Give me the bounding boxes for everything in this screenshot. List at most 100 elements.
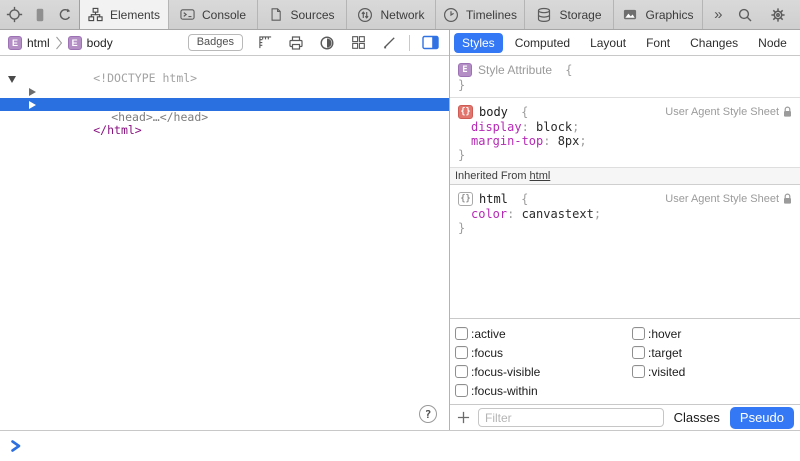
element-badge-html: E	[8, 36, 22, 50]
toolbar-right-icons: »	[702, 0, 800, 29]
reload-icon[interactable]	[54, 4, 76, 26]
rule-origin: User Agent Style Sheet	[665, 106, 792, 118]
dom-node-html[interactable]: <html lang="en">	[0, 72, 449, 85]
rule-html[interactable]: {} html { User Agent Style Sheet color: …	[450, 185, 800, 240]
quick-console-bar[interactable]	[0, 430, 800, 461]
sources-icon	[269, 7, 283, 22]
pseudo-toggle-hover[interactable]: :hover	[632, 327, 800, 341]
tab-elements[interactable]: Elements	[79, 0, 168, 29]
styles-panel: E Style Attribute { } {} body { User Age…	[450, 56, 800, 404]
checkbox[interactable]	[632, 327, 645, 340]
ruler-icon[interactable]	[254, 32, 276, 54]
checkbox[interactable]	[455, 327, 468, 340]
breadcrumb-item-body[interactable]: body	[87, 36, 113, 50]
rule-selector: Style Attribute	[478, 63, 552, 77]
inherited-node-link[interactable]: html	[530, 170, 551, 182]
element-badge-body: E	[68, 36, 82, 50]
tab-label: Console	[202, 8, 246, 22]
rule-selector: html	[479, 192, 508, 206]
main-toolbar: Elements Console Sources	[0, 0, 800, 30]
disclosure-triangle-icon[interactable]	[29, 101, 36, 109]
sidebar-tab-node[interactable]: Node	[750, 33, 795, 53]
tab-label: Graphics	[645, 8, 693, 22]
dom-node-doctype[interactable]: <!DOCTYPE html>	[0, 59, 449, 72]
tab-label: Timelines	[466, 8, 517, 22]
web-inspector-window: Elements Console Sources	[0, 0, 800, 461]
rule-style-attribute[interactable]: E Style Attribute { }	[450, 56, 800, 98]
inherited-from-header: Inherited From html	[450, 168, 800, 185]
classes-button[interactable]: Classes	[671, 410, 723, 425]
paint-flashing-icon[interactable]	[378, 32, 400, 54]
pseudo-toggle-target[interactable]: :target	[632, 346, 800, 360]
help-button[interactable]: ?	[419, 405, 437, 423]
rule-selector: body	[479, 105, 508, 119]
checkbox[interactable]	[455, 365, 468, 378]
tab-label: Elements	[110, 8, 160, 22]
dom-node-head[interactable]: <head>…</head>	[0, 85, 449, 98]
tab-storage[interactable]: Storage	[524, 0, 613, 29]
rule-origin: User Agent Style Sheet	[665, 193, 792, 205]
search-icon[interactable]	[734, 4, 756, 26]
appearance-icon[interactable]	[316, 32, 338, 54]
css-declaration[interactable]: color: canvastext;	[458, 207, 792, 221]
storage-icon	[536, 7, 552, 23]
lock-icon	[783, 193, 792, 205]
css-rule-badge-icon: {}	[458, 105, 473, 119]
tab-label: Network	[380, 8, 424, 22]
dom-header-icons	[254, 32, 441, 54]
print-icon[interactable]	[285, 32, 307, 54]
grid-overlay-icon[interactable]	[347, 32, 369, 54]
graphics-icon	[622, 7, 638, 22]
add-rule-button[interactable]	[456, 410, 471, 425]
header-divider	[409, 35, 410, 51]
css-declaration[interactable]: margin-top: 8px;	[458, 134, 792, 148]
sidebar-toggle-icon[interactable]	[419, 32, 441, 54]
tab-graphics[interactable]: Graphics	[613, 0, 702, 29]
tab-overflow-button[interactable]: »	[714, 7, 722, 22]
toolbar-left-icons	[0, 0, 79, 29]
pseudo-toggle-focus-within[interactable]: :focus-within	[455, 384, 632, 398]
tab-console[interactable]: Console	[168, 0, 257, 29]
sidebar-tab-font[interactable]: Font	[638, 33, 678, 53]
pseudo-toggle-visited[interactable]: :visited	[632, 365, 800, 379]
pseudo-button[interactable]: Pseudo	[730, 407, 794, 429]
checkbox[interactable]	[455, 384, 468, 397]
dom-tree: <!DOCTYPE html> <html lang="en"> <head>……	[0, 56, 449, 430]
element-badge-icon: E	[458, 63, 472, 77]
checkbox[interactable]	[632, 365, 645, 378]
tab-label: Storage	[559, 8, 601, 22]
sidebar-tab-styles[interactable]: Styles	[454, 33, 503, 53]
console-icon	[180, 7, 195, 22]
tab-timelines[interactable]: Timelines	[435, 0, 524, 29]
sidebar-tab-computed[interactable]: Computed	[507, 33, 578, 53]
checkbox[interactable]	[632, 346, 645, 359]
checkbox[interactable]	[455, 346, 468, 359]
dom-node-html-close[interactable]: </html>	[0, 111, 449, 124]
settings-gear-icon[interactable]	[767, 4, 789, 26]
breadcrumb-item-html[interactable]: html	[27, 36, 50, 50]
breadcrumb-separator-icon	[55, 36, 63, 50]
styles-filter-bar: Classes Pseudo	[450, 404, 800, 430]
inspect-element-icon[interactable]	[3, 4, 25, 26]
css-rule-badge-icon: {}	[458, 192, 473, 206]
pseudo-toggle-focus-visible[interactable]: :focus-visible	[455, 365, 632, 379]
dom-node-body-selected[interactable]: <body>…</body> = $0	[0, 98, 449, 111]
tab-label: Sources	[290, 8, 334, 22]
pseudo-toggle-active[interactable]: :active	[455, 327, 632, 341]
sidebar-tab-changes[interactable]: Changes	[682, 33, 746, 53]
disclosure-triangle-icon[interactable]	[29, 88, 36, 96]
elements-header-bar: E html E body Badges	[0, 30, 449, 56]
badges-button[interactable]: Badges	[188, 34, 243, 51]
css-declaration[interactable]: display: block;	[458, 120, 792, 134]
lock-icon	[783, 106, 792, 118]
pseudo-toggle-focus[interactable]: :focus	[455, 346, 632, 360]
rule-body[interactable]: {} body { User Agent Style Sheet display…	[450, 98, 800, 168]
device-icon[interactable]	[29, 4, 51, 26]
styles-filter-input[interactable]	[478, 408, 664, 427]
sidebar-tab-layout[interactable]: Layout	[582, 33, 634, 53]
tab-sources[interactable]: Sources	[257, 0, 346, 29]
disclosure-triangle-icon[interactable]	[8, 76, 16, 83]
timelines-icon	[443, 7, 459, 23]
tab-network[interactable]: Network	[346, 0, 435, 29]
styles-empty-space	[450, 240, 800, 318]
